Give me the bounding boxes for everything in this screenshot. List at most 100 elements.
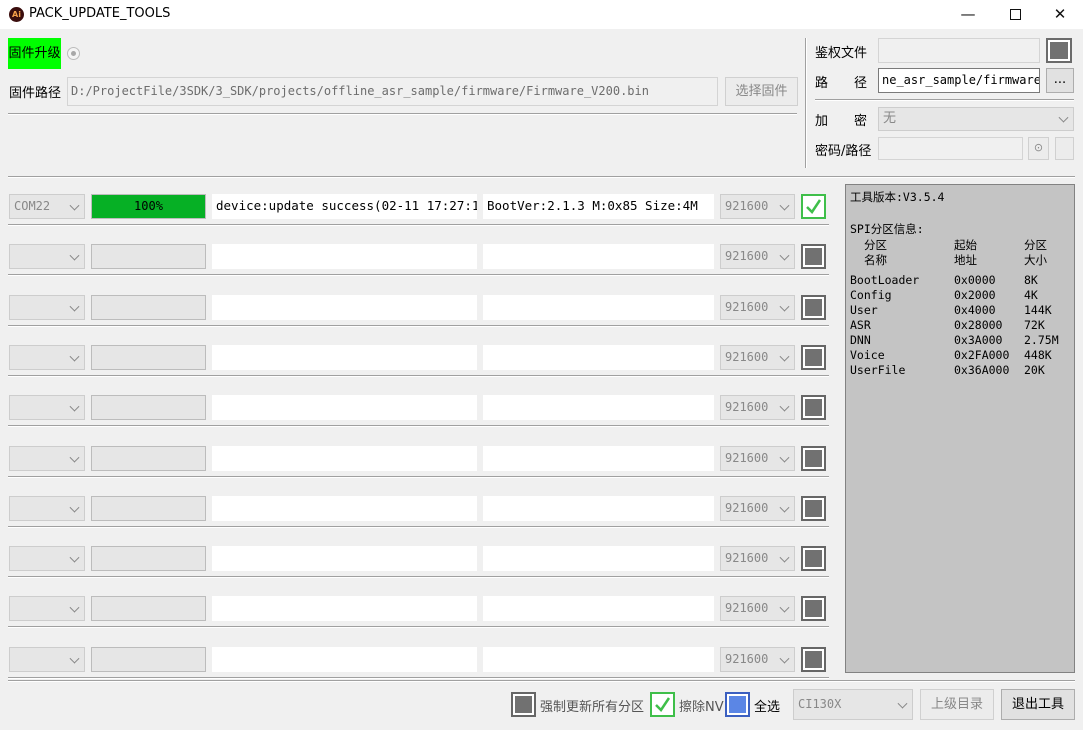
port-select[interactable] [9, 647, 85, 672]
port-select[interactable] [9, 546, 85, 571]
progress-label [92, 296, 205, 319]
firmware-upgrade-radio[interactable] [67, 47, 80, 60]
port-enable-checkbox[interactable] [801, 647, 826, 672]
port-enable-checkbox[interactable] [801, 496, 826, 521]
tool-info-panel: 工具版本:V3.5.4 SPI分区信息: 分区 名称 起始 地址 分区 大小 B… [845, 184, 1075, 673]
port-enable-checkbox[interactable] [801, 395, 826, 420]
baud-select[interactable]: 921600 [720, 194, 795, 219]
exit-tool-button[interactable]: 退出工具 [1001, 689, 1075, 720]
baud-select[interactable]: 921600 [720, 345, 795, 370]
baud-select[interactable]: 921600 [720, 496, 795, 521]
progress-label [92, 447, 205, 470]
port-enable-checkbox[interactable] [801, 244, 826, 269]
partition-size: 72K [1024, 318, 1045, 332]
status-text [212, 446, 477, 471]
baud-select-value: 921600 [725, 451, 769, 465]
device-info-text: BootVer:2.1.3 M:0x85 Size:4M [483, 194, 714, 219]
baud-select[interactable]: 921600 [720, 546, 795, 571]
force-update-label: 强制更新所有分区 [540, 700, 645, 715]
port-select[interactable] [9, 345, 85, 370]
baud-select[interactable]: 921600 [720, 295, 795, 320]
port-enable-checkbox[interactable] [801, 546, 826, 571]
partition-name: Config [850, 288, 892, 302]
partition-addr: 0x4000 [954, 303, 996, 317]
progress-bar [91, 295, 206, 320]
port-select[interactable] [9, 244, 85, 269]
row-divider [8, 224, 829, 226]
row-divider [8, 476, 829, 478]
encrypt-select[interactable]: 无 [878, 107, 1074, 131]
status-text [212, 496, 477, 521]
partition-size: 4K [1024, 288, 1038, 302]
chip-select[interactable]: CI130X [793, 689, 913, 720]
chevron-down-icon [69, 250, 80, 261]
port-select[interactable] [9, 395, 85, 420]
radio-dot-icon [71, 51, 76, 56]
checkbox-fill [805, 500, 822, 517]
erase-nv-checkbox[interactable] [650, 692, 675, 717]
baud-select-value: 921600 [725, 501, 769, 515]
auth-path-label: 路 径 [815, 76, 868, 91]
auth-panel-divider [805, 38, 807, 168]
port-enable-checkbox[interactable] [801, 295, 826, 320]
password-input[interactable] [878, 137, 1023, 160]
parent-directory-button[interactable]: 上级目录 [920, 689, 994, 720]
auth-file-checkbox[interactable] [1046, 38, 1072, 63]
port-select[interactable] [9, 596, 85, 621]
port-enable-checkbox[interactable] [801, 596, 826, 621]
select-all-checkbox[interactable] [725, 692, 750, 717]
app-icon: Ai [9, 7, 24, 22]
port-select[interactable] [9, 496, 85, 521]
chevron-down-icon [779, 401, 790, 412]
auth-path-input[interactable]: ne_asr_sample/firmware [878, 68, 1040, 93]
baud-select[interactable]: 921600 [720, 244, 795, 269]
minimize-button[interactable]: — [945, 0, 991, 29]
baud-select[interactable]: 921600 [720, 596, 795, 621]
progress-bar [91, 496, 206, 521]
port-select[interactable] [9, 446, 85, 471]
row-divider [8, 325, 829, 327]
baud-select[interactable]: 921600 [720, 446, 795, 471]
port-enable-checkbox[interactable] [801, 345, 826, 370]
device-info-text [483, 596, 714, 621]
header-start-addr-2: 地址 [954, 253, 977, 267]
password-toggle-button[interactable]: ⊙ [1028, 137, 1049, 160]
port-enable-checkbox[interactable] [801, 446, 826, 471]
close-button[interactable]: ✕ [1037, 0, 1083, 29]
partition-name: User [850, 303, 878, 317]
force-update-checkbox[interactable] [511, 692, 536, 717]
baud-select-value: 921600 [725, 249, 769, 263]
chevron-down-icon [69, 401, 80, 412]
baud-select-value: 921600 [725, 601, 769, 615]
progress-bar [91, 546, 206, 571]
partition-size: 448K [1024, 348, 1052, 362]
maximize-button[interactable] [992, 0, 1038, 29]
chevron-down-icon [69, 552, 80, 563]
status-text [212, 546, 477, 571]
auth-browse-button[interactable]: ... [1046, 68, 1074, 93]
password-extra-button[interactable] [1055, 137, 1074, 160]
baud-select[interactable]: 921600 [720, 395, 795, 420]
auth-file-input[interactable] [878, 38, 1040, 63]
header-size-2: 大小 [1024, 253, 1047, 267]
port-select[interactable]: COM22 [9, 194, 85, 219]
firmware-path-input[interactable]: D:/ProjectFile/3SDK/3_SDK/projects/offli… [67, 77, 718, 106]
device-info-text [483, 546, 714, 571]
partition-name: ASR [850, 318, 871, 332]
chevron-down-icon [779, 250, 790, 261]
port-select[interactable] [9, 295, 85, 320]
device-info-text [483, 244, 714, 269]
progress-bar [91, 596, 206, 621]
minimize-icon: — [960, 5, 976, 23]
chevron-down-icon [69, 653, 80, 664]
baud-select-value: 921600 [725, 551, 769, 565]
checkbox-fill [805, 299, 822, 316]
select-firmware-button[interactable]: 选择固件 [725, 77, 798, 106]
device-info-text [483, 446, 714, 471]
encrypt-select-value: 无 [883, 111, 897, 126]
baud-select[interactable]: 921600 [720, 647, 795, 672]
spi-title: SPI分区信息: [850, 222, 924, 236]
port-enable-checkbox[interactable] [801, 194, 826, 219]
progress-bar [91, 395, 206, 420]
header-size-1: 分区 [1024, 238, 1047, 252]
